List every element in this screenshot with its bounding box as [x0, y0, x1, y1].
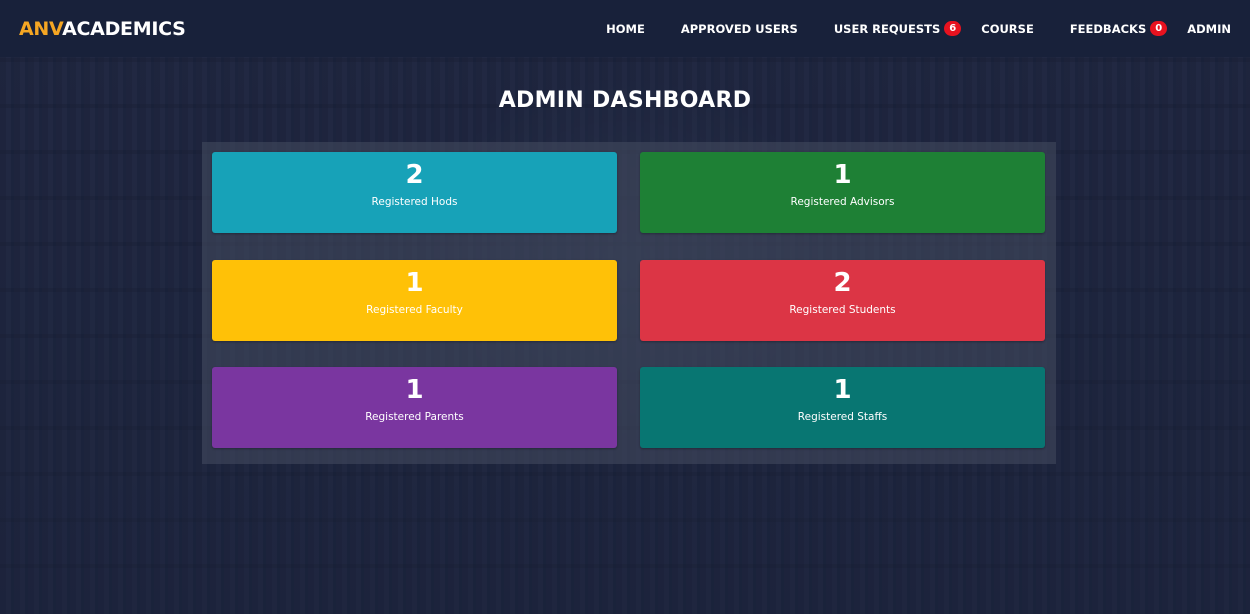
feedbacks-count-badge: 0: [1150, 21, 1168, 36]
brand-accent-text: ANV: [19, 17, 63, 40]
card-registered-staffs[interactable]: 1 Registered Staffs: [640, 367, 1045, 448]
stats-panel: 2 Registered Hods 1 Registered Advisors …: [202, 142, 1056, 464]
brand-text: ACADEMICS: [62, 17, 186, 40]
students-count: 2: [833, 268, 852, 298]
nav-user-requests-label: USER REQUESTS: [833, 21, 941, 36]
card-registered-hods[interactable]: 2 Registered Hods: [212, 152, 617, 233]
advisors-label: Registered Advisors: [790, 196, 895, 208]
nav-feedbacks-label: FEEDBACKS: [1069, 21, 1147, 36]
top-navbar: ANVACADEMICS HOME APPROVED USERS USER RE…: [0, 0, 1250, 57]
nav-admin[interactable]: ADMIN: [1187, 22, 1231, 36]
user-requests-count-badge: 6: [944, 21, 962, 36]
nav-course[interactable]: COURSE: [981, 22, 1034, 36]
nav-user-requests[interactable]: USER REQUESTS 6: [833, 21, 962, 36]
nav-feedbacks[interactable]: FEEDBACKS 0: [1069, 21, 1168, 36]
hods-label: Registered Hods: [371, 196, 458, 208]
faculty-count: 1: [405, 268, 424, 298]
card-registered-advisors[interactable]: 1 Registered Advisors: [640, 152, 1045, 233]
card-registered-students[interactable]: 2 Registered Students: [640, 260, 1045, 341]
card-registered-faculty[interactable]: 1 Registered Faculty: [212, 260, 617, 341]
brand-logo[interactable]: ANVACADEMICS: [19, 18, 186, 40]
nav-menu: HOME APPROVED USERS USER REQUESTS 6 COUR…: [606, 21, 1231, 36]
advisors-count: 1: [833, 160, 852, 190]
parents-label: Registered Parents: [365, 411, 464, 423]
staffs-count: 1: [833, 375, 852, 405]
card-registered-parents[interactable]: 1 Registered Parents: [212, 367, 617, 448]
staffs-label: Registered Staffs: [797, 411, 888, 423]
nav-approved-users[interactable]: APPROVED USERS: [681, 22, 798, 36]
hods-count: 2: [405, 160, 424, 190]
faculty-label: Registered Faculty: [366, 304, 463, 316]
parents-count: 1: [405, 375, 424, 405]
students-label: Registered Students: [789, 304, 896, 316]
nav-home[interactable]: HOME: [606, 22, 645, 36]
page-title: ADMIN DASHBOARD: [498, 88, 752, 113]
